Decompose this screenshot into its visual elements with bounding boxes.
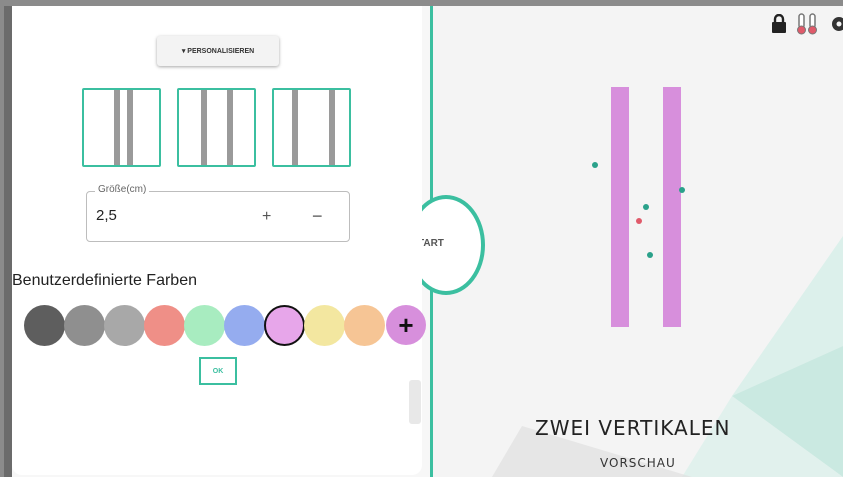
color-swatch-light-gray[interactable] [104,305,145,346]
size-field[interactable] [86,191,350,242]
line [292,90,298,165]
thermometer-icon[interactable] [795,12,821,36]
gear-icon[interactable] [829,14,843,34]
ok-button[interactable]: OK [199,357,237,385]
vertical-bar-right [663,87,681,327]
dot [647,252,653,258]
line [201,90,207,165]
vertical-bar-left [611,87,629,327]
custom-colors-title: Benutzerdefinierte Farben [12,272,197,289]
dot [679,187,685,193]
decorative-triangles [492,236,843,477]
dot [592,162,598,168]
dot [643,204,649,210]
layout-option-1[interactable] [82,88,161,167]
top-icons [771,12,843,36]
color-swatch-violet[interactable] [264,305,305,346]
color-swatch-peach[interactable] [344,305,385,346]
layout-option-3[interactable] [272,88,351,167]
line [127,90,133,165]
color-swatch-salmon[interactable] [144,305,185,346]
size-decrease-button[interactable]: − [312,206,323,227]
scrollbar-thumb[interactable] [409,380,421,424]
left-edge [4,6,12,477]
layout-option-2[interactable] [177,88,256,167]
line [329,90,335,165]
size-increase-button[interactable]: + [262,208,271,226]
preview-title: ZWEI VERTIKALEN [535,416,731,440]
lock-icon[interactable] [771,14,787,34]
line [227,90,233,165]
color-swatch-gray[interactable] [64,305,105,346]
color-swatch-dark-gray[interactable] [24,305,65,346]
color-swatch-yellow[interactable] [304,305,345,346]
size-field-value[interactable]: 2,5 [96,207,117,224]
color-swatch-blue[interactable] [224,305,265,346]
preview-subtitle: VORSCHAU [600,456,676,470]
personalize-button[interactable]: ▾ PERSONALISIEREN [157,36,279,66]
size-field-legend: Größe(cm) [95,184,150,195]
color-swatch-mint[interactable] [184,305,225,346]
preview-area [432,6,843,477]
line [114,90,120,165]
dot [636,218,642,224]
add-color-button[interactable]: + [386,305,426,345]
